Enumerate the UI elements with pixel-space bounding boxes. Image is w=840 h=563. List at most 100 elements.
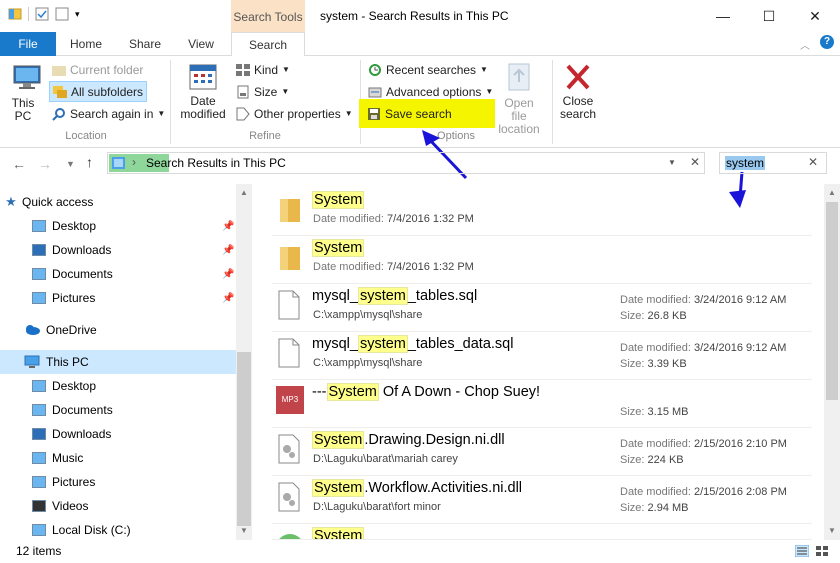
scroll-up-icon[interactable]: ▲ (828, 188, 836, 197)
result-row[interactable]: System Date modified: 7/4/2016 1:32 PM (272, 236, 812, 284)
file-name[interactable]: System (312, 239, 365, 257)
file-date-line: Date modified: 7/4/2016 1:32 PM (313, 261, 474, 273)
nav-this-pc-item[interactable]: Music (0, 446, 236, 470)
address-bar[interactable]: › Search Results in This PC ▼ ✕ (107, 152, 705, 174)
file-name[interactable]: System (312, 527, 365, 539)
download-icon (32, 428, 46, 440)
scroll-up-icon[interactable]: ▲ (240, 188, 248, 197)
file-name[interactable]: --- System Of A Down - Chop Suey! (312, 383, 540, 401)
stop-search-icon[interactable]: ✕ (690, 155, 700, 169)
results-scrollbar[interactable]: ▲ ▼ (824, 184, 840, 540)
nav-this-pc-item[interactable]: Documents (0, 398, 236, 422)
new-folder-icon[interactable] (55, 7, 69, 21)
search-tools-context-tab: Search Tools (231, 0, 305, 32)
result-row[interactable]: System .Drawing.Design.ni.dll D:\Laguku\ba… (272, 428, 812, 476)
large-icons-view-icon[interactable] (815, 545, 829, 557)
file-name[interactable]: System (312, 191, 365, 209)
close-window-button[interactable]: ✕ (792, 0, 838, 32)
current-folder-button[interactable]: Current folder (52, 63, 143, 77)
calendar-icon (189, 64, 217, 90)
file-name[interactable]: System .Drawing.Design.ni.dll (312, 431, 505, 449)
back-arrow-icon[interactable]: ← (12, 156, 26, 172)
this-pc-button[interactable]: This PC (8, 62, 46, 123)
file-name[interactable]: mysql_ system _tables.sql (312, 287, 477, 305)
recent-locations-chevron-icon[interactable]: ▼ (66, 159, 75, 169)
result-row[interactable]: MP3 --- System Of A Down - Chop Suey! Size:… (272, 380, 812, 428)
size-button[interactable]: Size ▼ (236, 85, 289, 99)
pin-icon[interactable]: 📌 (222, 269, 234, 280)
file-size: Size: 3.15 MB (620, 406, 689, 418)
result-row[interactable]: mysql_ system _tables.sql C:\xampp\mysql\sh… (272, 284, 812, 332)
pin-icon[interactable]: 📌 (222, 245, 234, 256)
close-search-button[interactable]: Close search (556, 62, 600, 121)
scroll-down-icon[interactable]: ▼ (240, 526, 248, 535)
nav-this-pc-item[interactable]: Local Disk (C:) (0, 518, 236, 542)
nav-this-pc-item[interactable]: Pictures (0, 470, 236, 494)
all-subfolders-button[interactable]: All subfolders (49, 81, 147, 102)
maximize-button[interactable]: ☐ (746, 0, 792, 32)
tab-search[interactable]: Search (231, 32, 305, 57)
address-dropdown-icon[interactable]: ▼ (668, 158, 676, 167)
properties-icon[interactable] (35, 7, 49, 21)
file-name[interactable]: mysql_ system _tables_data.sql (312, 335, 513, 353)
file-name[interactable]: System .Workflow.Activities.ni.dll (312, 479, 522, 497)
help-icon[interactable]: ? (820, 35, 834, 49)
open-file-location-button[interactable]: Open file location (495, 62, 543, 136)
result-row[interactable]: System (272, 524, 812, 540)
nav-this-pc[interactable]: This PC (0, 350, 236, 374)
dropdown-icon: ▼ (282, 65, 290, 74)
tab-view[interactable]: View (176, 32, 226, 56)
dropdown-icon: ▼ (157, 109, 166, 118)
results-scrollbar-thumb[interactable] (826, 202, 838, 400)
search-box[interactable]: system ✕ (719, 152, 827, 174)
tab-share[interactable]: Share (120, 32, 170, 56)
result-row[interactable]: System Date modified: 7/4/2016 1:32 PM (272, 188, 812, 236)
date-modified-button[interactable]: Date modified (176, 62, 230, 121)
search-input[interactable]: system (725, 156, 766, 170)
nav-quick-item[interactable]: Desktop 📌 (0, 214, 236, 238)
pictures-icon (32, 292, 46, 304)
explorer-icon[interactable] (8, 7, 22, 21)
result-row[interactable]: System .Workflow.Activities.ni.dll D:\Lagu… (272, 476, 812, 524)
nav-scrollbar[interactable]: ▲ ▼ (236, 184, 252, 540)
other-properties-button[interactable]: Other properties ▼ (236, 107, 353, 121)
forward-arrow-icon[interactable]: → (38, 156, 52, 172)
result-row[interactable]: mysql_ system _tables_data.sql C:\xampp\mys… (272, 332, 812, 380)
subfolders-icon (53, 85, 67, 98)
up-arrow-icon[interactable]: ↑ (86, 154, 93, 170)
dropdown-icon: ▼ (344, 109, 353, 118)
advanced-options-button[interactable]: Advanced options ▼ (368, 85, 493, 99)
pin-icon[interactable]: 📌 (222, 221, 234, 232)
location-group-label: Location (65, 130, 107, 142)
pin-icon[interactable]: 📌 (222, 293, 234, 304)
collapse-ribbon-icon[interactable]: ︿ (800, 37, 810, 52)
recent-searches-button[interactable]: Recent searches ▼ (368, 63, 488, 77)
file-path: D:\Laguku\barat\fort minor (313, 501, 441, 513)
recent-searches-label: Recent searches (386, 63, 477, 77)
tab-home[interactable]: Home (60, 32, 112, 56)
window-title: system - Search Results in This PC (320, 9, 509, 23)
nav-quick-item[interactable]: Pictures 📌 (0, 286, 236, 310)
nav-quick-access[interactable]: ★ Quick access (0, 190, 236, 214)
size-label: Size (254, 85, 278, 99)
details-view-icon[interactable] (795, 545, 809, 557)
kind-button[interactable]: Kind ▼ (236, 63, 290, 77)
customize-qat-icon[interactable]: ▾ (75, 9, 80, 20)
nav-quick-item[interactable]: Documents 📌 (0, 262, 236, 286)
minimize-button[interactable]: — (700, 0, 746, 32)
nav-onedrive[interactable]: OneDrive (0, 318, 236, 342)
tab-file[interactable]: File (0, 32, 56, 56)
nav-this-pc-item[interactable]: Downloads (0, 422, 236, 446)
nav-scrollbar-thumb[interactable] (237, 352, 251, 526)
nav-this-pc-item[interactable]: Videos (0, 494, 236, 518)
nav-this-pc-item[interactable]: Desktop (0, 374, 236, 398)
clear-search-icon[interactable]: ✕ (808, 155, 818, 169)
search-again-in-button[interactable]: Search again in ▼ (52, 107, 165, 121)
file-size: Size: 26.8 KB (620, 310, 687, 322)
address-path[interactable]: Search Results in This PC (146, 156, 286, 170)
dll-gear-icon (278, 482, 300, 512)
match-highlight: System (312, 479, 365, 497)
nav-label: This PC (46, 355, 89, 369)
nav-quick-item[interactable]: Downloads 📌 (0, 238, 236, 262)
scroll-down-icon[interactable]: ▼ (828, 526, 836, 535)
